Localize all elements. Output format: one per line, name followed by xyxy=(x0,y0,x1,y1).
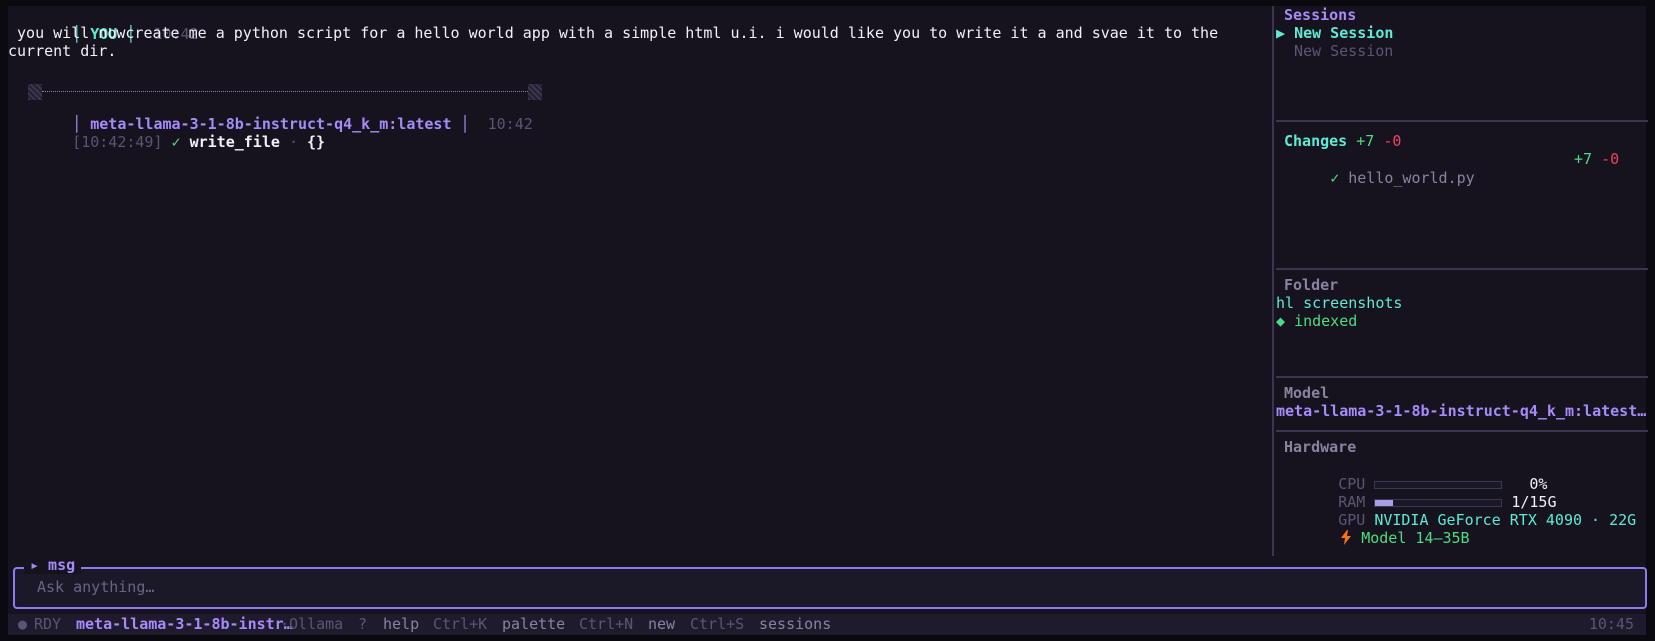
tool-separator: · xyxy=(288,133,298,151)
tool-timestamp: [10:42:49] xyxy=(72,133,163,151)
session-item[interactable]: New Session xyxy=(1294,42,1393,61)
tool-call-line: [10:42:49] ✓ write_file · {} xyxy=(18,114,325,171)
model-title: Model xyxy=(1284,384,1330,402)
changes-header: Changes +7 -0 xyxy=(1284,132,1401,151)
play-icon: ▶ xyxy=(1276,24,1286,42)
chat-panel[interactable]: │ YOU │ 10:42 you will nowcreate me a py… xyxy=(8,6,1272,556)
changed-file-item[interactable]: ✓ hello_world.py xyxy=(1276,150,1616,207)
sessions-button[interactable]: sessions xyxy=(759,614,831,635)
status-clock: 10:45 xyxy=(1588,615,1634,633)
status-provider: ·Ollama xyxy=(280,615,344,633)
user-message-line-2: current dir. xyxy=(8,42,117,60)
status-bar: ● RDY meta-llama-3-1-8b-instr… ·Ollama ?… xyxy=(8,614,1646,635)
sessions-key: Ctrl+S xyxy=(690,615,745,633)
changes-additions: +7 xyxy=(1356,132,1375,150)
diamond-icon: ◆ xyxy=(1276,312,1286,330)
folder-status-label: indexed xyxy=(1294,312,1358,330)
divider xyxy=(1276,430,1648,432)
model-range-row: Model 14–35B xyxy=(1286,510,1470,567)
file-name: hello_world.py xyxy=(1348,169,1475,187)
changes-title: Changes xyxy=(1284,132,1348,150)
tool-args: {} xyxy=(307,133,326,151)
sidebar-model-name: meta-llama-3-1-8b-instruct-q4_k_m:latest… xyxy=(1276,402,1647,420)
folder-title: Folder xyxy=(1284,276,1339,294)
file-diff-stats: +7 -0 xyxy=(1574,150,1619,169)
model-message-time: 10:42 xyxy=(487,115,533,133)
new-key: Ctrl+N xyxy=(579,615,634,633)
palette-button[interactable]: palette xyxy=(502,614,565,635)
status-model[interactable]: meta-llama-3-1-8b-instr… xyxy=(76,614,293,635)
check-icon: ✓ xyxy=(1330,169,1340,187)
file-additions: +7 xyxy=(1574,150,1593,168)
status-dot-icon: ● xyxy=(18,615,28,633)
check-icon: ✓ xyxy=(171,133,181,151)
hardware-title: Hardware xyxy=(1284,438,1357,456)
message-input[interactable] xyxy=(35,577,1619,597)
session-item-active[interactable]: ▶ New Session xyxy=(1276,24,1393,43)
new-button[interactable]: new xyxy=(648,614,675,635)
message-input-box[interactable] xyxy=(13,567,1647,609)
sidebar: Sessions ▶ New Session New Session Chang… xyxy=(1272,6,1648,556)
user-message-line-1: you will nowcreate me a python script fo… xyxy=(8,24,1219,42)
lightning-icon xyxy=(1341,530,1352,545)
folder-name: hl screenshots xyxy=(1276,294,1403,312)
file-deletions: -0 xyxy=(1601,150,1620,168)
folder-status: ◆ indexed xyxy=(1276,312,1357,331)
palette-key: Ctrl+K xyxy=(433,615,488,633)
divider xyxy=(1276,376,1648,378)
changes-deletions: -0 xyxy=(1383,132,1402,150)
session-label: New Session xyxy=(1294,42,1394,60)
app-window: │ YOU │ 10:42 you will nowcreate me a py… xyxy=(8,6,1648,635)
session-label: New Session xyxy=(1294,24,1394,42)
divider xyxy=(1276,268,1648,270)
message-input-label: ▸ msg xyxy=(24,556,82,574)
help-key: ? xyxy=(358,615,368,633)
tool-name: write_file xyxy=(189,133,280,151)
help-button[interactable]: help xyxy=(383,614,419,635)
divider xyxy=(1276,120,1648,122)
sessions-title: Sessions xyxy=(1284,6,1357,24)
model-range: Model 14–35B xyxy=(1361,529,1470,547)
status-state: RDY xyxy=(34,615,62,633)
